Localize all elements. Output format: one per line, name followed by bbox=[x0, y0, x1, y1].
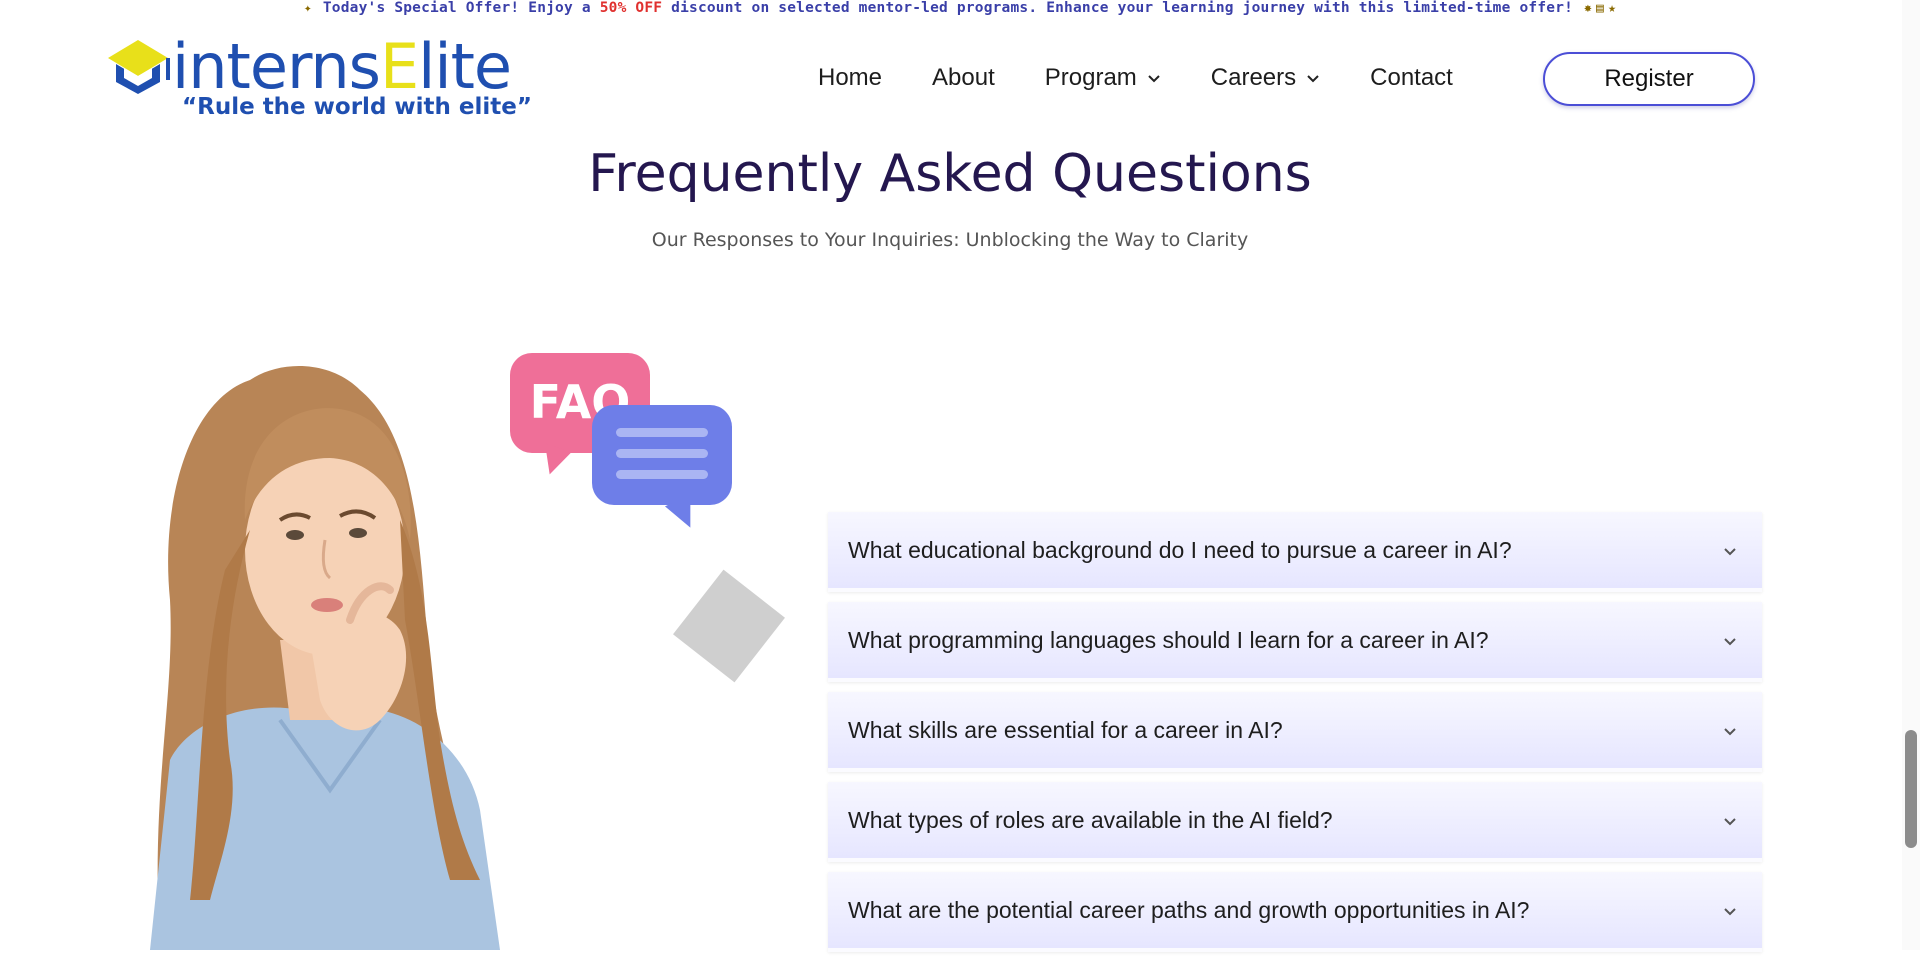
star-icon: ★ bbox=[1608, 1, 1617, 16]
chevron-down-icon bbox=[1724, 908, 1736, 916]
promo-highlight: 50% OFF bbox=[599, 0, 663, 16]
chevron-down-icon bbox=[1148, 75, 1160, 83]
logo-wordmark: internsElite bbox=[172, 30, 512, 103]
faq-illustration: FAQ bbox=[130, 340, 790, 950]
book-icon: ▤ bbox=[1596, 1, 1605, 16]
nav-home[interactable]: Home bbox=[818, 64, 882, 92]
faq-question: What educational background do I need to… bbox=[848, 537, 1512, 563]
faq-question: What types of roles are available in the… bbox=[848, 807, 1333, 833]
faq-title: Frequently Asked Questions bbox=[588, 144, 1312, 204]
faq-item[interactable]: What educational background do I need to… bbox=[828, 512, 1762, 592]
chevron-down-icon bbox=[1724, 548, 1736, 556]
faq-item[interactable]: What skills are essential for a career i… bbox=[828, 692, 1762, 772]
register-button[interactable]: Register bbox=[1543, 52, 1755, 106]
chat-bubble-icon bbox=[592, 405, 732, 534]
logo-tagline: “Rule the world with elite” bbox=[182, 94, 532, 120]
faq-accordion: What educational background do I need to… bbox=[828, 512, 1762, 962]
party-popper-icon: ✦ bbox=[303, 1, 312, 16]
chevron-down-icon bbox=[1724, 818, 1736, 826]
faq-question: What are the potential career paths and … bbox=[848, 897, 1530, 923]
promo-text-before: Today's Special Offer! Enjoy a bbox=[322, 0, 600, 16]
faq-item[interactable]: What programming languages should I lear… bbox=[828, 602, 1762, 682]
nav-careers[interactable]: Careers bbox=[1211, 64, 1320, 92]
decorative-shape bbox=[673, 569, 785, 683]
faq-item[interactable]: What are the potential career paths and … bbox=[828, 872, 1762, 952]
promo-banner: ✦ Today's Special Offer! Enjoy a 50% OFF… bbox=[0, 0, 1920, 18]
faq-question: What programming languages should I lear… bbox=[848, 627, 1489, 653]
nav-program[interactable]: Program bbox=[1045, 64, 1161, 92]
nav-contact[interactable]: Contact bbox=[1370, 64, 1453, 92]
chevron-down-icon bbox=[1307, 75, 1319, 83]
faq-question: What skills are essential for a career i… bbox=[848, 717, 1283, 743]
nav-about[interactable]: About bbox=[932, 64, 995, 92]
promo-text-after: discount on selected mentor-led programs… bbox=[662, 0, 1574, 16]
faq-item[interactable]: What types of roles are available in the… bbox=[828, 782, 1762, 862]
main-nav: Home About Program Careers Contact bbox=[818, 64, 1503, 92]
chevron-down-icon bbox=[1724, 728, 1736, 736]
sparkle-icon: ✸ bbox=[1584, 1, 1593, 16]
faq-subtitle: Our Responses to Your Inquiries: Unblock… bbox=[651, 229, 1249, 251]
site-logo[interactable]: internsElite “Rule the world with elite” bbox=[102, 26, 532, 120]
chevron-down-icon bbox=[1724, 638, 1736, 646]
scrollbar-thumb[interactable] bbox=[1905, 730, 1917, 848]
logo-mark-icon bbox=[108, 40, 170, 94]
